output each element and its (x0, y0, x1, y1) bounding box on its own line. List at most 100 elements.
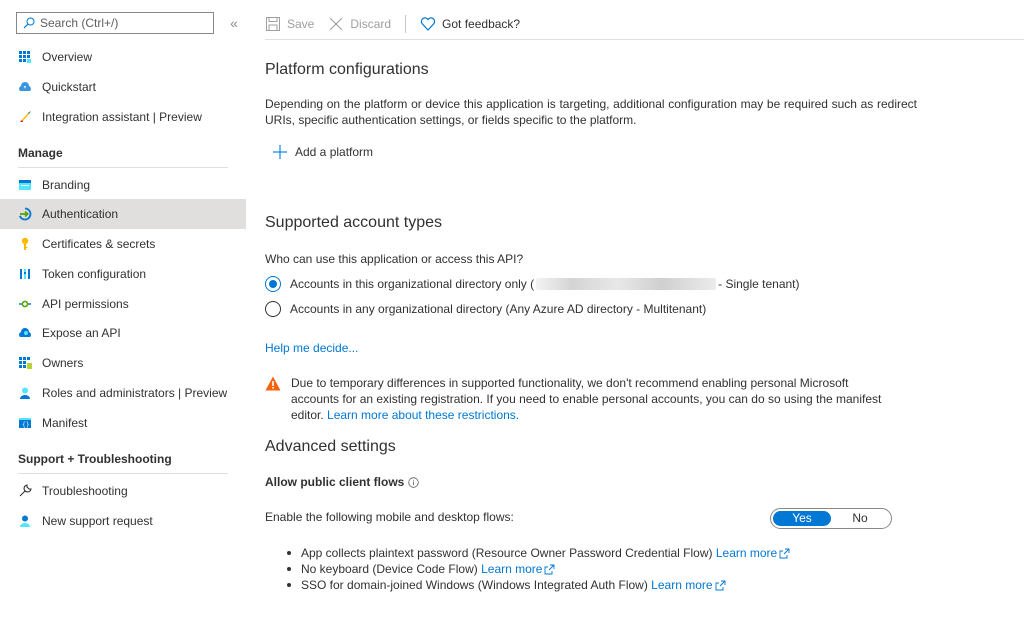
warning-message: Due to temporary differences in supporte… (265, 375, 905, 423)
wrench-icon (18, 484, 32, 498)
sidebar-item-manifest[interactable]: {} Manifest (0, 408, 246, 438)
sidebar-item-new-support-request[interactable]: New support request (0, 506, 246, 536)
add-platform-label: Add a platform (295, 145, 374, 159)
enable-flows-label: Enable the following mobile and desktop … (265, 510, 514, 524)
owners-icon (18, 356, 32, 370)
allow-public-client-flows-label: Allow public client flows (265, 475, 420, 489)
list-item: App collects plaintext password (Resourc… (287, 545, 790, 561)
warning-icon (265, 376, 281, 391)
sidebar-item-label: Certificates & secrets (42, 237, 156, 251)
sidebar-item-label: Troubleshooting (42, 484, 128, 498)
api-permissions-icon (18, 297, 32, 311)
sidebar-item-owners[interactable]: Owners (0, 348, 246, 378)
sidebar-item-label: Branding (42, 178, 91, 192)
radio-button[interactable] (265, 301, 281, 317)
sidebar-item-label: Roles and administrators | Preview (42, 386, 228, 400)
toggle-no[interactable]: No (831, 511, 889, 526)
section-manage: Manage (18, 146, 228, 168)
sidebar-item-quickstart[interactable]: Quickstart (0, 72, 246, 102)
radio-label: Accounts in any organizational directory… (290, 302, 707, 316)
flow-text: No keyboard (Device Code Flow) (301, 562, 478, 576)
learn-more-link[interactable]: Learn more (481, 561, 542, 577)
sidebar-item-branding[interactable]: Branding (0, 170, 246, 200)
supported-account-types-heading: Supported account types (265, 214, 443, 231)
section-support-troubleshooting: Support + Troubleshooting (18, 452, 228, 474)
save-button[interactable]: Save (265, 12, 314, 36)
sidebar-item-troubleshooting[interactable]: Troubleshooting (0, 476, 246, 506)
search-icon (23, 17, 35, 29)
add-platform-button[interactable]: Add a platform (273, 145, 373, 159)
flows-list: App collects plaintext password (Resourc… (287, 545, 790, 593)
redacted-tenant-name (536, 278, 717, 290)
feedback-button[interactable]: Got feedback? (420, 12, 520, 36)
info-icon[interactable] (408, 476, 420, 488)
quickstart-cloud-icon (18, 80, 32, 94)
learn-more-link[interactable]: Learn more (716, 545, 777, 561)
list-item: SSO for domain-joined Windows (Windows I… (287, 577, 790, 593)
discard-label: Discard (350, 16, 392, 31)
sidebar-item-label: Expose an API (42, 326, 121, 340)
radio-label-suffix: - Single tenant) (718, 277, 800, 291)
sidebar-item-label: Overview (42, 50, 93, 64)
sidebar: « Overview Quickstart Integration assist… (0, 0, 246, 629)
learn-more-restrictions-link[interactable]: Learn more about these restrictions. (327, 408, 519, 422)
key-icon (18, 237, 32, 251)
learn-more-link[interactable]: Learn more (651, 577, 712, 593)
help-me-decide-link[interactable]: Help me decide... (265, 341, 358, 355)
radio-single-tenant[interactable]: Accounts in this organizational director… (265, 276, 800, 292)
external-link-icon (779, 548, 790, 558)
close-icon (329, 17, 343, 30)
token-bars-icon (18, 267, 32, 281)
sidebar-item-token-configuration[interactable]: Token configuration (0, 259, 246, 289)
sidebar-item-label: New support request (42, 514, 153, 528)
sidebar-item-label: Integration assistant | Preview (42, 110, 202, 124)
sidebar-item-label: Owners (42, 356, 84, 370)
toolbar-divider (405, 14, 407, 33)
collapse-sidebar-button[interactable]: « (226, 13, 242, 33)
sidebar-item-label: Token configuration (42, 267, 147, 281)
public-client-flows-toggle[interactable]: Yes No (770, 508, 892, 529)
radio-label-prefix: Accounts in this organizational director… (290, 277, 535, 291)
branding-icon (18, 178, 32, 192)
sidebar-item-label: Authentication (42, 207, 119, 221)
external-link-icon (715, 580, 725, 590)
overview-grid-icon (18, 50, 32, 64)
sidebar-item-expose-api[interactable]: Expose an API (0, 318, 246, 348)
flow-text: App collects plaintext password (Resourc… (301, 546, 713, 560)
sidebar-item-label: Manifest (42, 416, 88, 430)
sidebar-item-label: Quickstart (42, 80, 97, 94)
roles-user-icon (18, 386, 32, 400)
feedback-label: Got feedback? (442, 16, 521, 31)
account-question: Who can use this application or access t… (265, 252, 524, 266)
flow-text: SSO for domain-joined Windows (Windows I… (301, 578, 648, 592)
sidebar-item-roles-administrators[interactable]: Roles and administrators | Preview (0, 378, 246, 408)
plus-icon (273, 145, 287, 159)
search-input[interactable] (40, 16, 210, 30)
sidebar-item-integration-assistant[interactable]: Integration assistant | Preview (0, 102, 246, 132)
list-item: No keyboard (Device Code Flow) Learn mor… (287, 561, 790, 577)
discard-button[interactable]: Discard (328, 12, 391, 36)
support-user-icon (18, 514, 32, 528)
sidebar-item-overview[interactable]: Overview (0, 42, 246, 72)
main-content: Save Discard Got feedback? Platform conf… (265, 0, 1024, 629)
heart-icon (420, 16, 436, 31)
sidebar-item-certificates-secrets[interactable]: Certificates & secrets (0, 229, 246, 259)
cloud-icon (18, 326, 32, 340)
search-row: « (16, 12, 246, 34)
manifest-icon: {} (18, 416, 32, 430)
radio-multitenant[interactable]: Accounts in any organizational directory… (265, 301, 706, 317)
toolbar: Save Discard Got feedback? (265, 8, 1024, 40)
search-box[interactable] (16, 12, 214, 34)
external-link-icon (545, 564, 555, 574)
svg-text:{}: {} (22, 422, 30, 429)
rocket-icon (18, 110, 32, 124)
platform-description: Depending on the platform or device this… (265, 97, 917, 127)
toggle-yes[interactable]: Yes (773, 511, 831, 526)
sidebar-item-label: API permissions (42, 297, 129, 311)
platform-configurations-heading: Platform configurations (265, 61, 429, 78)
sidebar-item-authentication[interactable]: Authentication (0, 199, 246, 229)
radio-button-checked[interactable] (265, 276, 281, 292)
sidebar-item-api-permissions[interactable]: API permissions (0, 289, 246, 319)
save-label: Save (287, 16, 315, 31)
subhead-text: Allow public client flows (265, 475, 405, 489)
